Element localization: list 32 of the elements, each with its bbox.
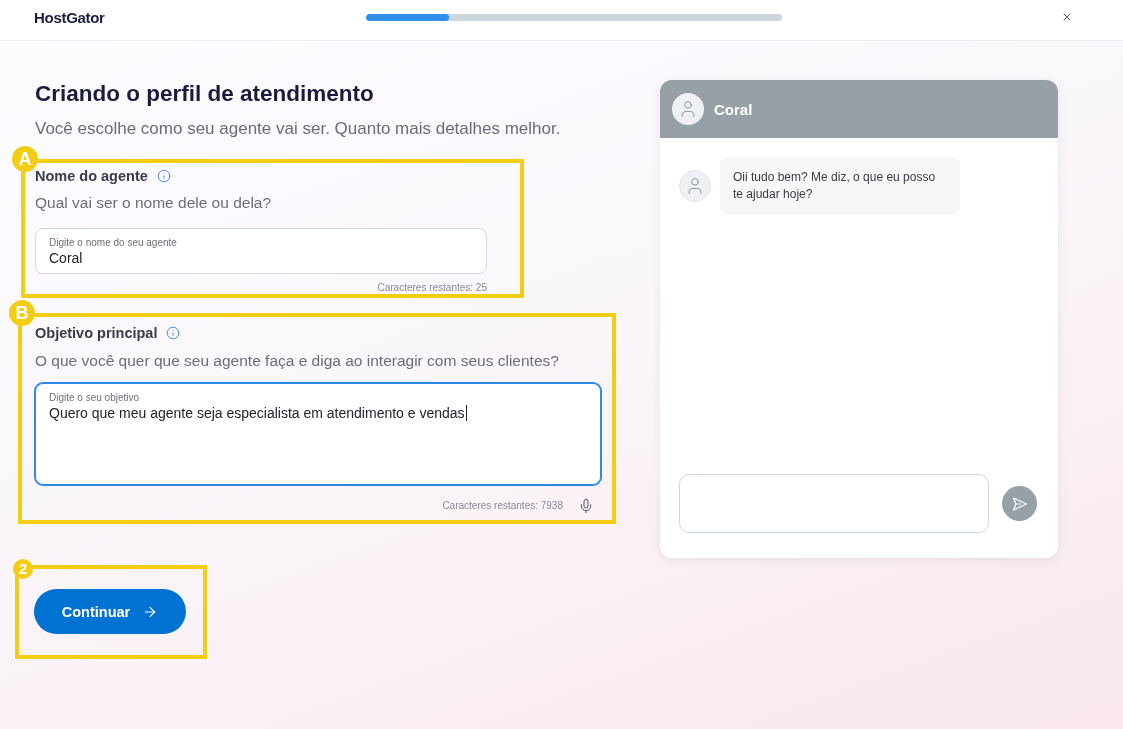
annotation-badge: B [9, 300, 35, 326]
field-label: Nome do agente [35, 167, 148, 185]
info-icon[interactable] [156, 169, 171, 183]
field-label: Objetivo principal [35, 324, 158, 342]
message-bubble: Oii tudo bem? Me diz, o que eu posso te ajudar hoje? [720, 157, 960, 215]
logo-text: HostGator [34, 8, 106, 26]
close-icon [1061, 11, 1073, 23]
chat-title: Coral [714, 100, 753, 118]
send-icon [1011, 495, 1028, 512]
field-question: O que você quer que seu agente faça e diga ao interagir com seus clientes? [35, 351, 560, 370]
avatar-icon [679, 170, 711, 202]
text-cursor-icon [465, 405, 467, 421]
annotation-badge: 2 [13, 559, 33, 579]
info-icon[interactable] [166, 326, 181, 340]
field-question: Qual vai ser o nome dele ou dela? [35, 193, 273, 212]
input-value: Quero que meu agente seja especialista em atendimento e vendas [49, 405, 465, 421]
close-button[interactable] [1061, 11, 1073, 23]
char-counter: Caracteres restantes: 25 [377, 282, 487, 294]
send-button[interactable] [1002, 486, 1037, 521]
microphone-icon[interactable] [578, 498, 594, 514]
char-counter: Caracteres restantes: 7938 [442, 500, 563, 512]
continue-button[interactable]: Continuar [34, 589, 186, 634]
name-input[interactable]: Digite o nome do seu agente Coral [35, 228, 487, 274]
page-subtitle: Você escolhe como seu agente vai ser. Quanto mais detalhes melhor. [35, 119, 561, 139]
avatar-icon [672, 93, 704, 125]
message-input[interactable] [679, 474, 989, 533]
annotation-badge: A [12, 146, 38, 172]
input-value: Coral [49, 250, 83, 266]
objective-textarea[interactable]: Digite o seu objetivo Quero que meu agente seja especialista em atendimento e vendas [35, 383, 601, 485]
floating-label: Digite o nome do seu agente [49, 237, 178, 249]
floating-label: Digite o seu objetivo [49, 392, 141, 404]
page-title: Criando o perfil de atendimento [35, 81, 374, 107]
